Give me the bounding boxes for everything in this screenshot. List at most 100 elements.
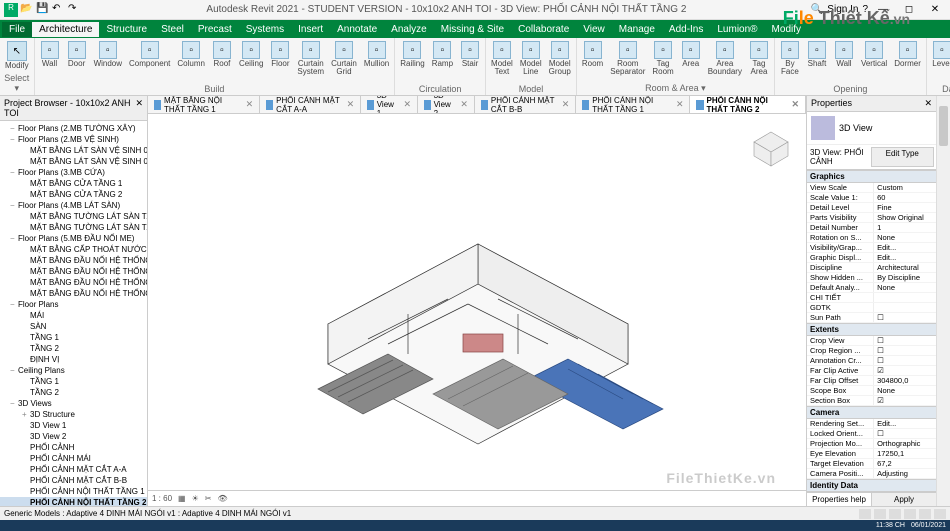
tab-addins[interactable]: Add-Ins: [662, 22, 710, 37]
tree-item[interactable]: TẦNG 1: [0, 332, 147, 343]
viewport-3d[interactable]: FileThietKe.vn: [148, 114, 806, 490]
ribbon-wall-button[interactable]: ▫Wall: [38, 40, 62, 83]
view-cube[interactable]: [746, 124, 796, 174]
status-icon[interactable]: [904, 509, 916, 519]
prop-row[interactable]: DisciplineArchitectural: [807, 263, 936, 273]
tree-item[interactable]: MẶT BẰNG ĐẦU NỐI HỆ THỐNG THÔN: [0, 277, 147, 288]
tree-item[interactable]: MẶT BẰNG ĐẦU NỐI HỆ THỐNG ĐIỆN: [0, 288, 147, 299]
prop-row[interactable]: GDTK: [807, 303, 936, 313]
prop-row[interactable]: Default Analy...None: [807, 283, 936, 293]
vc-icon[interactable]: ✂: [205, 494, 212, 503]
tree-item[interactable]: MẶT BẰNG LÁT SÀN VỆ SINH 02: [0, 156, 147, 167]
properties-help-link[interactable]: Properties help: [807, 493, 871, 506]
ribbon-model-line-button[interactable]: ▫ModelLine: [518, 40, 544, 83]
ribbon-model-group-button[interactable]: ▫ModelGroup: [547, 40, 573, 83]
ribbon-curtain-system-button[interactable]: ▫CurtainSystem: [295, 40, 326, 83]
ribbon-column-button[interactable]: ▫Column: [175, 40, 207, 83]
doc-tab[interactable]: PHỐI CẢNH MẶT CẮT B-B✕: [475, 96, 576, 114]
modify-button[interactable]: ↖Modify: [3, 40, 31, 72]
tree-item[interactable]: SÀN: [0, 321, 147, 332]
prop-row[interactable]: Detail Number1: [807, 223, 936, 233]
project-tree[interactable]: −Floor Plans (2.MB TƯỜNG XÂY) −Floor Plan…: [0, 121, 147, 506]
ribbon-dormer-button[interactable]: ▫Dormer: [892, 40, 923, 83]
prop-row[interactable]: CHI TIẾT: [807, 293, 936, 303]
status-icon[interactable]: [874, 509, 886, 519]
prop-row[interactable]: Scope BoxNone: [807, 386, 936, 396]
prop-row[interactable]: Detail LevelFine: [807, 203, 936, 213]
doc-tab[interactable]: 3D View 1✕: [361, 96, 418, 114]
ribbon-ramp-button[interactable]: ▫Ramp: [430, 40, 455, 83]
prop-row[interactable]: Rendering Set...Edit...: [807, 419, 936, 429]
doc-tab[interactable]: MẶT BẰNG NỘI THẤT TẦNG 1✕: [148, 96, 260, 114]
ribbon-component-button[interactable]: ▫Component: [127, 40, 172, 83]
ribbon-railing-button[interactable]: ▫Railing: [398, 40, 426, 83]
tree-item[interactable]: MẶT BẰNG LÁT SÀN VỆ SINH 01: [0, 145, 147, 156]
tab-analyze[interactable]: Analyze: [384, 22, 434, 37]
tree-item[interactable]: PHỐI CẢNH NỘI THẤT TẦNG 2: [0, 497, 147, 506]
tree-item[interactable]: 3D View 1: [0, 420, 147, 431]
status-icon[interactable]: [919, 509, 931, 519]
ribbon-floor-button[interactable]: ▫Floor: [268, 40, 292, 83]
prop-row[interactable]: Far Clip Offset304800,0: [807, 376, 936, 386]
tree-item[interactable]: −3D Views: [0, 398, 147, 409]
prop-row[interactable]: Section Box☑: [807, 396, 936, 406]
prop-row[interactable]: Show Hidden ...By Discipline: [807, 273, 936, 283]
tree-item[interactable]: PHỐI CẢNH: [0, 442, 147, 453]
panel-close-icon[interactable]: ✕: [924, 98, 932, 109]
qat-redo-icon[interactable]: ↷: [68, 3, 82, 17]
apply-button[interactable]: Apply: [871, 493, 936, 506]
tab-manage[interactable]: Manage: [612, 22, 662, 37]
tree-item[interactable]: PHỐI CẢNH MÁI: [0, 453, 147, 464]
tab-architecture[interactable]: Architecture: [32, 22, 99, 37]
prop-row[interactable]: Far Clip Active☑: [807, 366, 936, 376]
close-button[interactable]: ✕: [924, 3, 946, 17]
tab-insert[interactable]: Insert: [291, 22, 330, 37]
tree-item[interactable]: PHỐI CẢNH MẶT CẮT A-A: [0, 464, 147, 475]
tree-item[interactable]: TẦNG 2: [0, 343, 147, 354]
tree-item[interactable]: −Ceiling Plans: [0, 365, 147, 376]
tab-annotate[interactable]: Annotate: [330, 22, 384, 37]
prop-row[interactable]: Crop Region ...☐: [807, 346, 936, 356]
doc-tab[interactable]: PHỐI CẢNH MẶT CẮT A-A✕: [260, 96, 361, 114]
doc-tab[interactable]: PHỐI CẢNH NỘI THẤT TẦNG 2✕: [690, 96, 806, 114]
tree-item[interactable]: −Floor Plans: [0, 299, 147, 310]
prop-row[interactable]: Annotation Cr...☐: [807, 356, 936, 366]
ribbon-mullion-button[interactable]: ▫Mullion: [362, 40, 391, 83]
tree-item[interactable]: MẶT BẰNG TƯỜNG LÁT SÀN TẦNG 1: [0, 211, 147, 222]
tree-item[interactable]: MẶT BẰNG CỬA TẦNG 2: [0, 189, 147, 200]
tree-item[interactable]: TẦNG 1: [0, 376, 147, 387]
prop-row[interactable]: Graphic Displ...Edit...: [807, 253, 936, 263]
tab-lumion[interactable]: Lumion®: [710, 22, 764, 37]
tree-item[interactable]: PHỐI CẢNH MẶT CẮT B-B: [0, 475, 147, 486]
tree-item[interactable]: ĐỊNH VỊ: [0, 354, 147, 365]
ribbon-room-separator-button[interactable]: ▫RoomSeparator: [608, 40, 647, 82]
tree-item[interactable]: MẶT BẰNG ĐẦU NỐI HỆ THỐNG CẤP N: [0, 255, 147, 266]
tab-massing[interactable]: Missing & Site: [434, 22, 511, 37]
vc-icon[interactable]: ☀: [192, 494, 199, 503]
tab-systems[interactable]: Systems: [239, 22, 291, 37]
view-type-label[interactable]: 3D View: [839, 123, 872, 133]
status-icon[interactable]: [934, 509, 946, 519]
tree-item[interactable]: TẦNG 2: [0, 387, 147, 398]
tree-item[interactable]: −Floor Plans (2.MB TƯỜNG XÂY): [0, 123, 147, 134]
prop-row[interactable]: Eye Elevation17250,1: [807, 449, 936, 459]
tab-structure[interactable]: Structure: [99, 22, 154, 37]
qat-open-icon[interactable]: 📂: [20, 3, 34, 17]
scale-label[interactable]: 1 : 60: [152, 494, 172, 503]
tab-collaborate[interactable]: Collaborate: [511, 22, 576, 37]
tree-item[interactable]: MÁI: [0, 310, 147, 321]
prop-row[interactable]: Scale Value 1:60: [807, 193, 936, 203]
tab-view[interactable]: View: [576, 22, 612, 37]
type-selector[interactable]: 3D View: PHỐI CẢNH: [809, 147, 871, 167]
ribbon-wall-button[interactable]: ▫Wall: [832, 40, 856, 83]
vc-icon[interactable]: 👁: [217, 494, 227, 503]
prop-section-header[interactable]: Extents: [807, 323, 936, 336]
prop-section-header[interactable]: Graphics: [807, 170, 936, 183]
panel-close-icon[interactable]: ✕: [135, 98, 143, 118]
ribbon-door-button[interactable]: ▫Door: [65, 40, 89, 83]
ribbon-area-boundary-button[interactable]: ▫AreaBoundary: [706, 40, 744, 82]
tree-item[interactable]: MẶT BẰNG TƯỜNG LÁT SÀN TẦNG 2: [0, 222, 147, 233]
tree-item[interactable]: MẶT BẰNG CẤP THOÁT NƯỚC MÁI: [0, 244, 147, 255]
tree-item[interactable]: +3D Structure: [0, 409, 147, 420]
prop-row[interactable]: Visibility/Grap...Edit...: [807, 243, 936, 253]
